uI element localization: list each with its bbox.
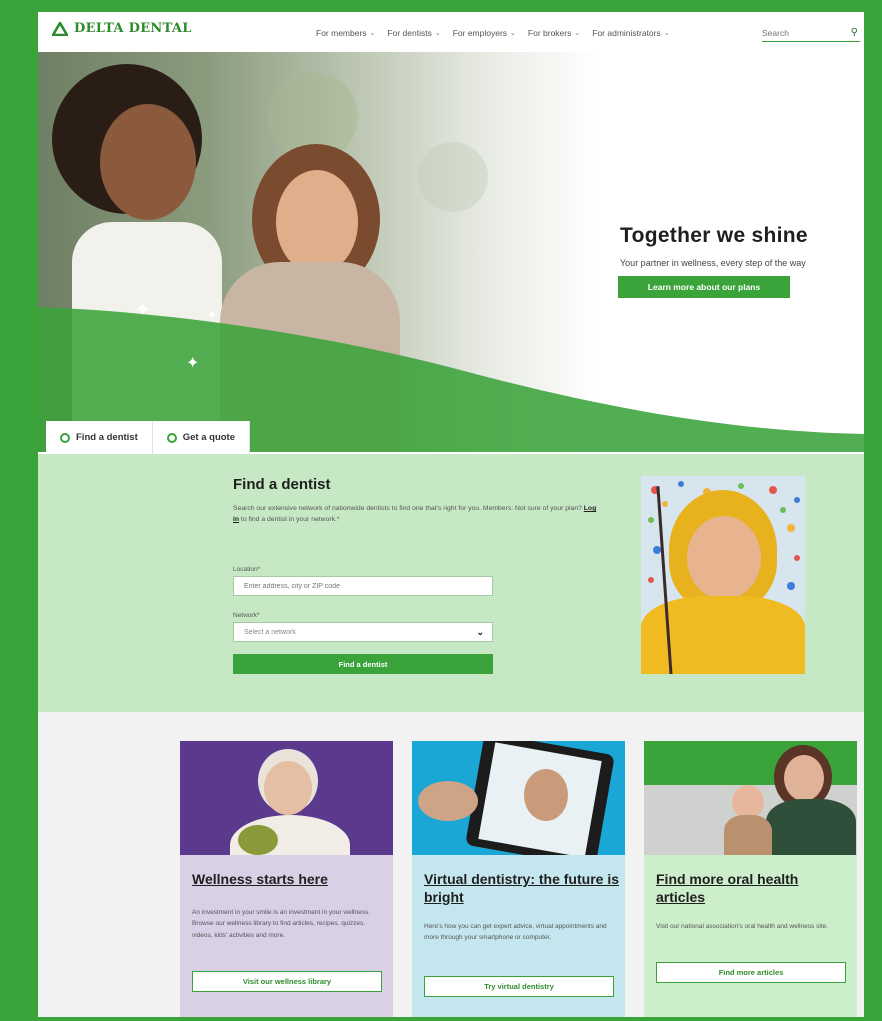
kid-umbrella-photo xyxy=(641,476,805,674)
nav-label: For members xyxy=(316,28,367,38)
find-dentist-section: Find a dentist Search our extensive netw… xyxy=(38,454,864,712)
find-dentist-description: Search our extensive network of nationwi… xyxy=(233,504,601,526)
delta-logo-icon xyxy=(52,21,68,36)
face-shape xyxy=(264,761,312,815)
delta-dental-logo[interactable]: DELTA DENTAL xyxy=(52,21,192,36)
nav-label: For administrators xyxy=(592,28,661,38)
hero-banner: ✦ ✦ ✦ Together we shine Your partner in … xyxy=(38,52,864,452)
learn-more-plans-button[interactable]: Learn more about our plans xyxy=(618,276,790,298)
tab-get-a-quote[interactable]: Get a quote xyxy=(152,421,251,454)
sparkle-icon: ✦ xyxy=(134,299,151,321)
chevron-down-icon: ⌄ xyxy=(663,30,670,37)
tab-label: Get a quote xyxy=(182,432,236,443)
hand-shape xyxy=(418,781,478,821)
cards-section: Wellness starts here An investment in yo… xyxy=(38,712,864,1017)
card-oral-health-articles: Find more oral health articles Visit our… xyxy=(644,741,857,1017)
location-label: Location* xyxy=(233,566,261,573)
radio-circle-icon xyxy=(60,432,70,443)
face-shape xyxy=(784,755,824,801)
location-field xyxy=(233,576,493,596)
card-description: Visit our national association's oral he… xyxy=(656,923,829,930)
main-nav: For members ⌄ For dentists ⌄ For employers… xyxy=(316,28,670,38)
card-body: Find more oral health articles Visit our… xyxy=(644,855,857,1017)
card-title[interactable]: Virtual dentistry: the future is bright xyxy=(424,871,619,906)
card-image xyxy=(412,741,625,855)
visit-wellness-library-button[interactable]: Visit our wellness library xyxy=(192,971,382,992)
nav-for-members[interactable]: For members ⌄ xyxy=(316,28,375,38)
hero-green-wave xyxy=(38,307,864,452)
card-virtual-dentistry: Virtual dentistry: the future is bright … xyxy=(412,741,625,1017)
sparkle-icon: ✦ xyxy=(206,307,218,323)
card-title[interactable]: Wellness starts here xyxy=(192,871,387,889)
baby-face-shape xyxy=(732,785,764,819)
network-select-value: Select a network xyxy=(244,628,296,636)
card-wellness: Wellness starts here An investment in yo… xyxy=(180,741,393,1017)
chevron-down-icon: ⌄ xyxy=(574,30,581,37)
desc-text: to find a dentist in your network.* xyxy=(239,515,340,523)
desc-text: Search our extensive network of nationwi… xyxy=(233,505,584,512)
card-description: Here's how you can get expert advice, vi… xyxy=(424,923,607,942)
nav-for-brokers[interactable]: For brokers ⌄ xyxy=(528,28,580,38)
search-input[interactable] xyxy=(762,27,836,38)
sparkle-icon: ✦ xyxy=(186,355,200,372)
try-virtual-dentistry-button[interactable]: Try virtual dentistry xyxy=(424,976,614,997)
network-label: Network* xyxy=(233,612,260,619)
card-body: Wellness starts here An investment in yo… xyxy=(180,855,393,1017)
hero-subtitle: Your partner in wellness, every step of … xyxy=(620,258,806,268)
radio-circle-icon xyxy=(166,432,177,443)
nav-label: For dentists xyxy=(387,28,432,38)
search-icon[interactable]: ⚲ xyxy=(851,27,858,38)
chevron-down-icon: ⌄ xyxy=(434,30,441,37)
kid-face xyxy=(687,516,761,600)
hero-title: Together we shine xyxy=(620,224,808,247)
page: DELTA DENTAL For members ⌄ For dentists ⌄ … xyxy=(38,12,864,1017)
location-input[interactable] xyxy=(244,582,492,590)
tab-find-a-dentist[interactable]: Find a dentist xyxy=(46,421,153,454)
card-body: Virtual dentistry: the future is bright … xyxy=(412,855,625,1017)
nav-for-dentists[interactable]: For dentists ⌄ xyxy=(387,28,440,38)
card-title[interactable]: Find more oral health articles xyxy=(656,871,851,906)
site-header: DELTA DENTAL For members ⌄ For dentists ⌄ … xyxy=(38,12,864,52)
search-box: ⚲ xyxy=(762,24,860,42)
find-a-dentist-button[interactable]: Find a dentist xyxy=(233,654,493,674)
chevron-down-icon: ⌄ xyxy=(369,30,376,37)
doctor-face-shape xyxy=(524,769,568,821)
pineapple-shape xyxy=(238,825,278,855)
select-caret-icon: ⌄ xyxy=(476,626,484,637)
network-select[interactable]: Select a network ⌄ xyxy=(233,622,493,642)
nav-for-employers[interactable]: For employers ⌄ xyxy=(453,28,516,38)
card-image xyxy=(180,741,393,855)
nav-for-administrators[interactable]: For administrators ⌄ xyxy=(592,28,669,38)
find-dentist-title: Find a dentist xyxy=(233,476,331,493)
quick-tabs: Find a dentist Get a quote xyxy=(46,421,251,454)
logo-text: DELTA DENTAL xyxy=(74,21,192,36)
card-description: An investment in your smile is an invest… xyxy=(192,909,371,939)
nav-label: For brokers xyxy=(527,28,572,38)
baby-dress-shape xyxy=(724,815,772,855)
tab-label: Find a dentist xyxy=(76,432,138,443)
chevron-down-icon: ⌄ xyxy=(510,30,516,37)
card-image xyxy=(644,741,857,855)
nav-label: For employers xyxy=(452,28,508,38)
sweater-shape xyxy=(766,799,856,855)
find-more-articles-button[interactable]: Find more articles xyxy=(656,962,846,983)
